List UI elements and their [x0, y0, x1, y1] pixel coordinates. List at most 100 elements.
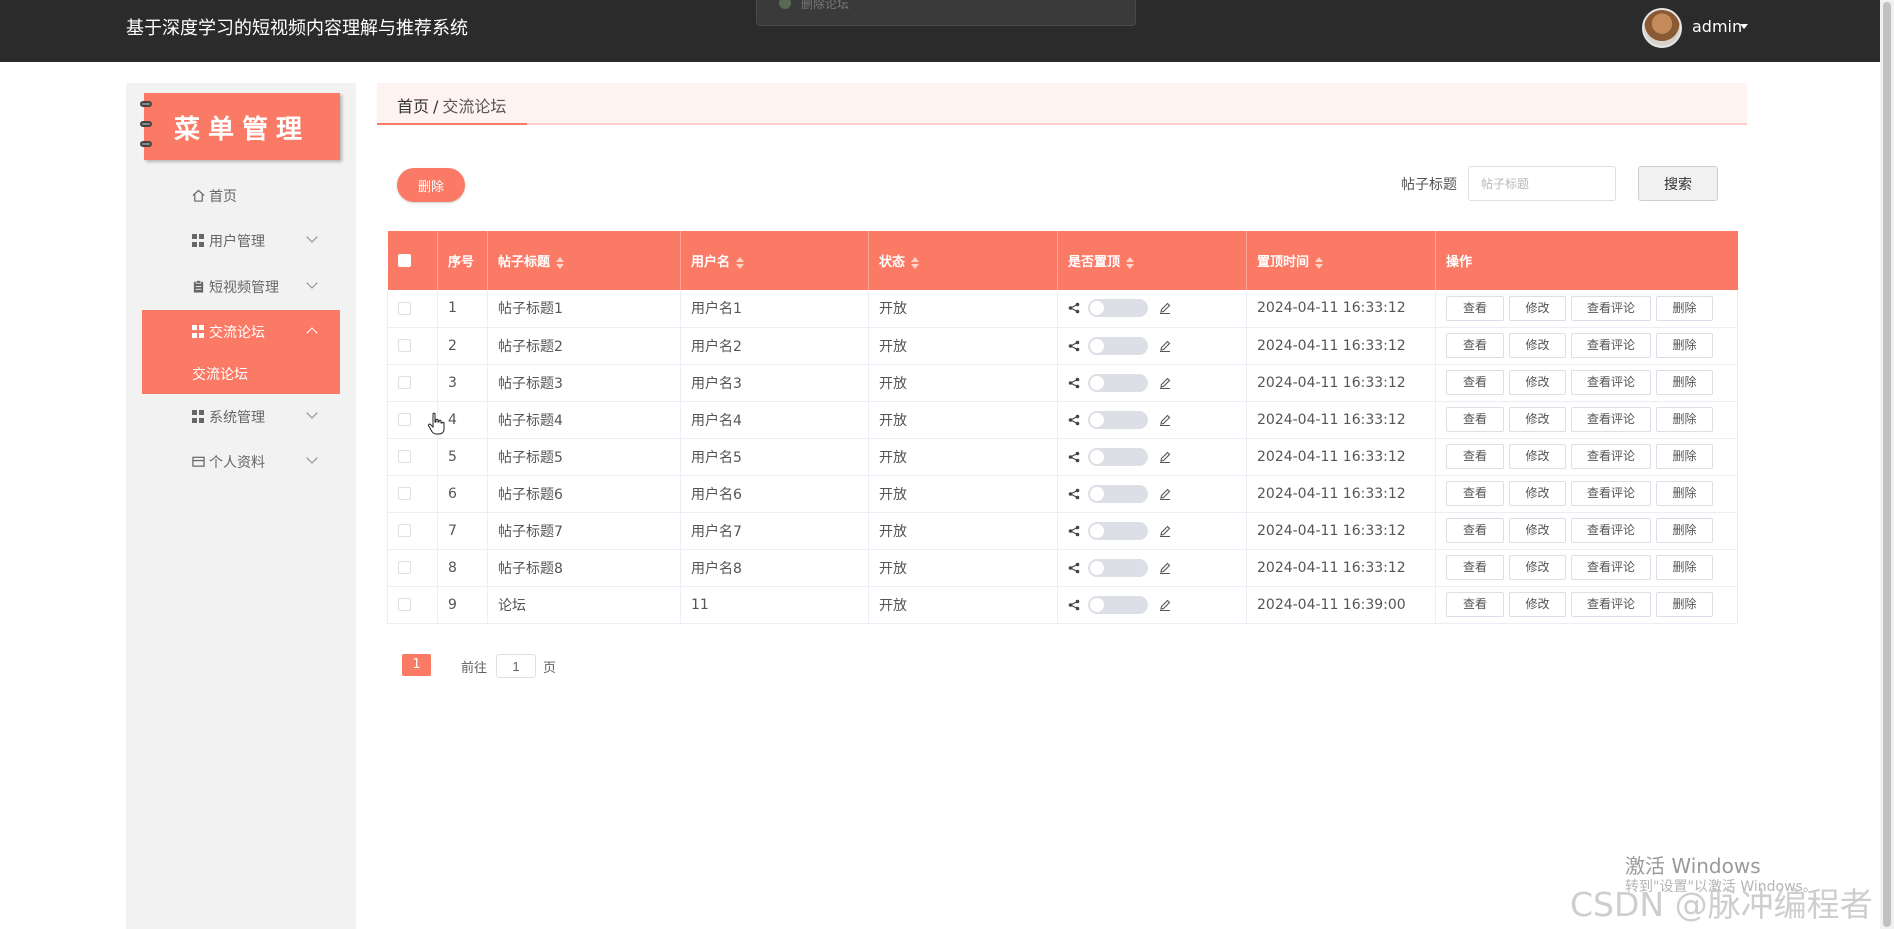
- delete-button[interactable]: 删除: [1656, 333, 1713, 358]
- edit-icon[interactable]: [1158, 598, 1172, 612]
- sort-icon[interactable]: [736, 256, 745, 269]
- view-comments-button[interactable]: 查看评论: [1571, 407, 1651, 432]
- pin-toggle[interactable]: [1088, 595, 1148, 614]
- delete-button[interactable]: 删除: [1656, 407, 1713, 432]
- header-pin-time[interactable]: 置顶时间: [1246, 231, 1436, 290]
- edit-icon[interactable]: [1158, 376, 1172, 390]
- view-button[interactable]: 查看: [1446, 370, 1504, 395]
- edit-icon[interactable]: [1158, 301, 1172, 315]
- goto-page-input[interactable]: [496, 654, 536, 678]
- delete-button[interactable]: 删除: [1656, 444, 1713, 469]
- row-select-cell[interactable]: [387, 549, 438, 586]
- row-checkbox[interactable]: [398, 524, 411, 537]
- view-comments-button[interactable]: 查看评论: [1571, 592, 1651, 617]
- edit-icon[interactable]: [1158, 561, 1172, 575]
- row-select-cell[interactable]: [387, 586, 438, 623]
- view-button[interactable]: 查看: [1446, 444, 1504, 469]
- view-comments-button[interactable]: 查看评论: [1571, 333, 1651, 358]
- view-button[interactable]: 查看: [1446, 592, 1504, 617]
- edit-icon[interactable]: [1158, 339, 1172, 353]
- view-comments-button[interactable]: 查看评论: [1571, 444, 1651, 469]
- header-select-all[interactable]: [387, 231, 438, 290]
- pin-toggle[interactable]: [1088, 373, 1148, 392]
- pin-toggle[interactable]: [1088, 558, 1148, 577]
- pin-toggle[interactable]: [1088, 336, 1148, 355]
- edit-icon[interactable]: [1158, 450, 1172, 464]
- delete-button[interactable]: 删除: [1656, 518, 1713, 543]
- page-number-current[interactable]: 1: [402, 654, 431, 676]
- breadcrumb-home[interactable]: 首页: [397, 97, 429, 116]
- row-checkbox[interactable]: [398, 413, 411, 426]
- scrollbar-thumb[interactable]: [1883, 2, 1891, 927]
- delete-button[interactable]: 删除: [1656, 481, 1713, 506]
- row-checkbox[interactable]: [398, 487, 411, 500]
- sidebar-item-profile[interactable]: 个人资料: [142, 440, 340, 482]
- view-button[interactable]: 查看: [1446, 333, 1504, 358]
- pin-toggle[interactable]: [1088, 484, 1148, 503]
- edit-button[interactable]: 修改: [1509, 295, 1566, 321]
- row-checkbox[interactable]: [398, 450, 411, 463]
- row-checkbox[interactable]: [398, 376, 411, 389]
- view-comments-button[interactable]: 查看评论: [1571, 555, 1651, 580]
- sidebar-subitem-forum[interactable]: 交流论坛: [142, 352, 340, 394]
- view-button[interactable]: 查看: [1446, 555, 1504, 580]
- batch-delete-button[interactable]: 删除: [397, 168, 465, 202]
- header-pinned[interactable]: 是否置顶: [1057, 231, 1247, 290]
- pin-toggle[interactable]: [1088, 447, 1148, 466]
- delete-button[interactable]: 删除: [1656, 370, 1713, 395]
- edit-button[interactable]: 修改: [1509, 333, 1566, 358]
- sidebar-item-system[interactable]: 系统管理: [142, 395, 340, 437]
- row-select-cell[interactable]: [387, 475, 438, 512]
- sidebar-item-forum[interactable]: 交流论坛: [142, 310, 340, 352]
- edit-button[interactable]: 修改: [1509, 518, 1566, 543]
- user-name[interactable]: admin: [1692, 17, 1742, 36]
- sidebar-item-users[interactable]: 用户管理: [142, 219, 340, 261]
- edit-button[interactable]: 修改: [1509, 592, 1566, 617]
- row-select-cell[interactable]: [387, 327, 438, 364]
- header-user[interactable]: 用户名: [680, 231, 869, 290]
- pin-toggle[interactable]: [1088, 410, 1148, 429]
- view-button[interactable]: 查看: [1446, 407, 1504, 432]
- delete-button[interactable]: 删除: [1656, 555, 1713, 580]
- edit-icon[interactable]: [1158, 524, 1172, 538]
- edit-icon[interactable]: [1158, 413, 1172, 427]
- row-checkbox[interactable]: [398, 561, 411, 574]
- sort-icon[interactable]: [1126, 256, 1135, 269]
- pin-toggle[interactable]: [1088, 299, 1148, 318]
- search-button[interactable]: 搜索: [1638, 166, 1718, 201]
- row-select-cell[interactable]: [387, 290, 438, 327]
- avatar[interactable]: [1642, 8, 1682, 48]
- delete-button[interactable]: 删除: [1656, 592, 1713, 617]
- header-status[interactable]: 状态: [868, 231, 1058, 290]
- view-comments-button[interactable]: 查看评论: [1571, 295, 1651, 321]
- row-select-cell[interactable]: [387, 438, 438, 475]
- header-title[interactable]: 帖子标题: [487, 231, 681, 290]
- select-all-checkbox[interactable]: [397, 254, 411, 267]
- sidebar-item-videos[interactable]: 短视频管理: [142, 265, 340, 307]
- row-checkbox[interactable]: [398, 598, 411, 611]
- view-button[interactable]: 查看: [1446, 295, 1504, 321]
- edit-button[interactable]: 修改: [1509, 407, 1566, 432]
- view-comments-button[interactable]: 查看评论: [1571, 481, 1651, 506]
- view-comments-button[interactable]: 查看评论: [1571, 518, 1651, 543]
- caret-down-icon[interactable]: [1740, 24, 1748, 29]
- row-select-cell[interactable]: [387, 364, 438, 401]
- search-input[interactable]: [1468, 166, 1616, 201]
- pin-toggle[interactable]: [1088, 521, 1148, 540]
- row-checkbox[interactable]: [398, 301, 411, 315]
- row-select-cell[interactable]: [387, 512, 438, 549]
- edit-button[interactable]: 修改: [1509, 555, 1566, 580]
- sidebar-item-home[interactable]: 首页: [142, 174, 340, 216]
- view-comments-button[interactable]: 查看评论: [1571, 370, 1651, 395]
- edit-button[interactable]: 修改: [1509, 444, 1566, 469]
- row-checkbox[interactable]: [398, 339, 411, 352]
- sort-icon[interactable]: [556, 256, 565, 269]
- edit-icon[interactable]: [1158, 487, 1172, 501]
- sort-icon[interactable]: [1315, 256, 1324, 269]
- view-button[interactable]: 查看: [1446, 481, 1504, 506]
- sort-icon[interactable]: [911, 256, 920, 269]
- edit-button[interactable]: 修改: [1509, 481, 1566, 506]
- view-button[interactable]: 查看: [1446, 518, 1504, 543]
- edit-button[interactable]: 修改: [1509, 370, 1566, 395]
- delete-button[interactable]: 删除: [1656, 295, 1713, 321]
